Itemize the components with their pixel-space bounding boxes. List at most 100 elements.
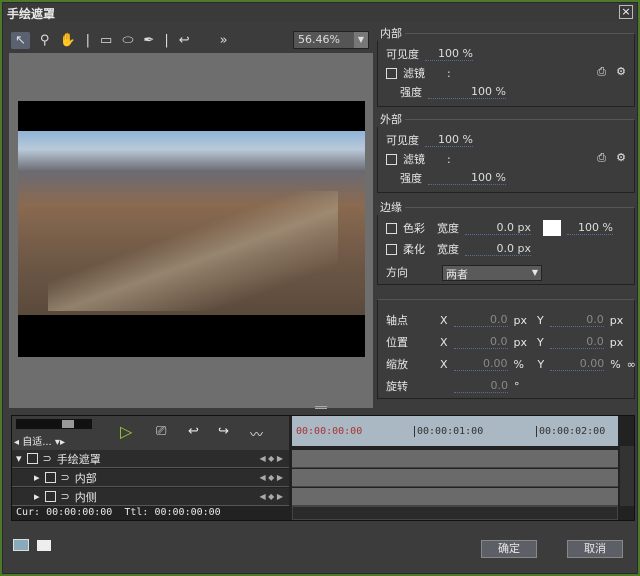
track-lane[interactable]	[292, 488, 618, 506]
total-time: Ttl: 00:00:00:00	[124, 507, 220, 518]
link-icon: ⊃	[61, 490, 70, 503]
label: 轴点	[386, 312, 434, 328]
track-row[interactable]: ▾ ⊃ 手绘遮罩 ◀ ◆ ▶	[12, 450, 289, 468]
filter-value: :	[447, 67, 451, 80]
pen-tool-icon[interactable]: ✒	[143, 33, 154, 48]
splitter-handle[interactable]	[315, 406, 327, 409]
tick-label: 00:00:01:00	[414, 426, 483, 437]
settings-icon[interactable]: ⚙	[616, 65, 626, 78]
zoom-slider[interactable]	[16, 419, 92, 429]
track-row[interactable]: ▸ ⊃ 内部 ◀ ◆ ▶	[12, 469, 289, 487]
link-icon: ⊃	[61, 471, 70, 484]
track-checkbox[interactable]	[27, 453, 38, 464]
track-checkbox[interactable]	[45, 472, 56, 483]
settings-icon[interactable]: ⚙	[616, 151, 626, 164]
opacity-input[interactable]: 100 %	[567, 221, 613, 235]
more-tools-icon[interactable]: »	[220, 33, 228, 48]
horizontal-scrollbar[interactable]	[292, 506, 618, 520]
load-icon[interactable]: ⎙	[597, 151, 606, 165]
track-lane[interactable]	[292, 450, 618, 468]
hand-drawn-mask-dialog: 手绘遮罩 × ↖ ⚲ ✋ | ▭ ⬭ ✒ | ↩ » 56.46%▼ 内部 可见…	[2, 2, 638, 574]
strength-input[interactable]: 100 %	[428, 171, 506, 185]
scale-y-input[interactable]: 0.00	[550, 357, 604, 371]
color-checkbox[interactable]	[386, 223, 397, 234]
collapse-icon[interactable]: ▾	[16, 452, 22, 465]
video-image	[18, 131, 365, 315]
keyframe-nav-icon[interactable]: ◀ ◆ ▶	[259, 454, 283, 463]
unit: px	[514, 314, 528, 327]
play-icon[interactable]: ▷	[120, 422, 132, 441]
label: 柔化	[403, 241, 425, 257]
y-label: Y	[537, 336, 544, 349]
undo-icon[interactable]: ↩	[179, 33, 190, 48]
fit-value: 自适...	[22, 437, 52, 448]
keyframe-nav-icon[interactable]: ◀ ◆ ▶	[259, 473, 283, 482]
preview-area[interactable]	[9, 53, 373, 408]
loop-icon[interactable]: ⎚	[156, 424, 166, 439]
direction-value: 两者	[446, 268, 468, 281]
keyframe-nav-icon[interactable]: ◀ ◆ ▶	[259, 492, 283, 501]
load-icon[interactable]: ⎙	[597, 65, 606, 79]
track-label: 内部	[75, 470, 97, 486]
vertical-scrollbar[interactable]	[620, 446, 634, 506]
split-view-icon[interactable]	[13, 539, 29, 551]
close-button[interactable]: ×	[619, 5, 633, 19]
zoom-tool-icon[interactable]: ⚲	[40, 33, 50, 48]
scale-x-input[interactable]: 0.00	[454, 357, 508, 371]
pivot-y-input[interactable]: 0.0	[550, 313, 604, 327]
link-icon[interactable]: ∞	[627, 358, 636, 371]
soft-width-input[interactable]: 0.0 px	[465, 242, 531, 256]
label: 色彩	[403, 220, 425, 236]
ok-button[interactable]: 确定	[481, 540, 537, 558]
zoom-value: 56.46%	[298, 33, 340, 46]
separator: |	[86, 33, 90, 48]
fit-select[interactable]: ◂ 自适... ▾▸	[14, 433, 98, 448]
timeline: ◂ 自适... ▾▸ ▷ ⎚ ↩ ↪ 〰 00:00:00:00 00:00:0…	[11, 415, 635, 521]
next-keyframe-icon[interactable]: ↪	[218, 424, 229, 439]
filter-checkbox[interactable]	[386, 154, 397, 165]
position-y-input[interactable]: 0.0	[550, 335, 604, 349]
track-checkbox[interactable]	[45, 491, 56, 502]
ellipse-tool-icon[interactable]: ⬭	[122, 33, 133, 48]
track-label: 手绘遮罩	[57, 451, 101, 467]
zoom-select[interactable]: 56.46%▼	[293, 31, 369, 49]
rotation-input[interactable]: 0.0	[454, 379, 508, 393]
select-tool-icon[interactable]: ↖	[11, 32, 30, 49]
visibility-input[interactable]: 100 %	[425, 133, 473, 147]
track-lane[interactable]	[292, 469, 618, 487]
expand-icon[interactable]: ▸	[34, 490, 40, 503]
hand-tool-icon[interactable]: ✋	[59, 33, 75, 48]
edge-group: 边缘 色彩宽度0.0 px100 % 柔化宽度0.0 px 方向 两者▼	[377, 207, 635, 285]
soften-checkbox[interactable]	[386, 244, 397, 255]
color-width-input[interactable]: 0.0 px	[465, 221, 531, 235]
visibility-input[interactable]: 100 %	[425, 47, 473, 61]
label: 缩放	[386, 356, 434, 372]
graph-icon[interactable]: 〰	[250, 424, 263, 443]
previous-keyframe-icon[interactable]: ↩	[188, 424, 199, 439]
rectangle-tool-icon[interactable]: ▭	[100, 33, 112, 48]
unit: px	[610, 314, 624, 327]
filter-checkbox[interactable]	[386, 68, 397, 79]
strength-input[interactable]: 100 %	[428, 85, 506, 99]
group-title: 外部	[377, 111, 405, 127]
label: 位置	[386, 334, 434, 350]
label: 强度	[400, 170, 422, 186]
label: 旋转	[386, 378, 448, 394]
track-row[interactable]: ▸⊃内侧◀ ◆ ▶	[12, 488, 289, 506]
color-swatch[interactable]	[543, 220, 561, 236]
filter-value: :	[447, 153, 451, 166]
expand-icon[interactable]: ▸	[34, 471, 40, 484]
single-view-icon[interactable]	[37, 540, 51, 551]
video-frame	[18, 101, 365, 357]
direction-select[interactable]: 两者 ▼	[442, 265, 542, 281]
window-title: 手绘遮罩	[3, 3, 637, 21]
time-ruler[interactable]: 00:00:00:00 00:00:01:00 00:00:02:00	[292, 416, 618, 446]
label: 滤镜	[403, 65, 425, 81]
chevron-down-icon: ▼	[532, 268, 538, 277]
link-icon: ⊃	[43, 452, 52, 465]
position-x-input[interactable]: 0.0	[454, 335, 508, 349]
x-label: X	[440, 336, 448, 349]
cancel-button[interactable]: 取消	[567, 540, 623, 558]
pivot-x-input[interactable]: 0.0	[454, 313, 508, 327]
timeline-controls: ◂ 自适... ▾▸ ▷ ⎚ ↩ ↪ 〰	[12, 416, 289, 450]
